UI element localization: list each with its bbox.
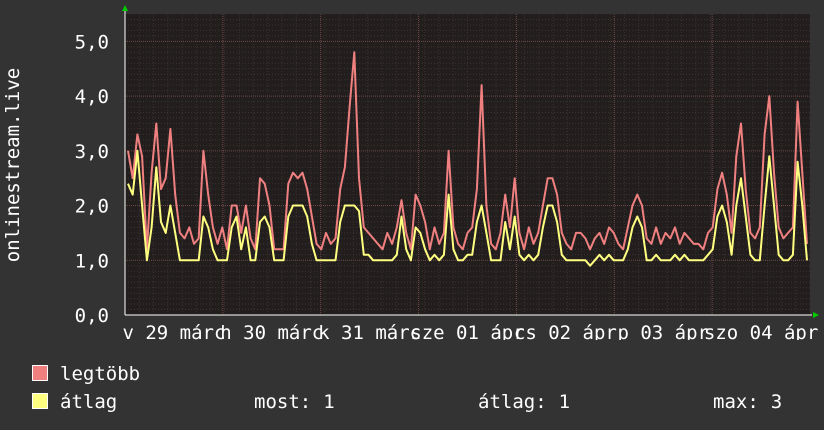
x-tick-label: sze 01 ápr [410,322,524,340]
y-tick-label: 1,0 [75,250,109,272]
chart-area: 0,0 1,0 2,0 3,0 4,0 5,0 v 29 márch 30 márck 31… [2,5,819,340]
stat-average-label: átlag: [478,391,547,413]
stat-average: átlag: 1 [478,391,570,413]
y-tick-label: 4,0 [75,86,109,108]
legend-swatch-average [32,393,48,409]
x-tick-label: h 30 márc [220,322,323,340]
legend-label-max: legtöbb [60,363,141,385]
x-axis-arrow-icon [813,312,819,318]
legend-label-average: átlag [60,391,118,413]
stat-now-value: 1 [323,391,335,413]
y-tick-label: 2,0 [75,196,109,218]
x-tick-label: v 29 márc [122,322,225,340]
stat-now-label: most: [254,391,312,413]
y-axis-title: onlinestream.live [2,68,24,262]
x-tick-label: cs 02 ápr [514,322,617,340]
stat-average-value: 1 [558,391,571,413]
y-axis-arrow-icon [122,5,128,11]
stat-max-label: max: [713,391,759,413]
y-tick-label: 5,0 [75,31,109,53]
legend-swatch-max [32,365,48,381]
y-tick-label: 0,0 [75,305,109,327]
x-tick-label: k 31 márc [318,322,421,340]
x-tick-label: p 03 ápr [617,322,709,340]
x-tick-label: szo 04 ápr [704,322,818,340]
stat-now: most: 1 [254,391,335,413]
stat-max: max: 3 [713,391,782,413]
stat-max-value: 3 [770,391,783,413]
y-tick-label: 3,0 [75,141,109,163]
